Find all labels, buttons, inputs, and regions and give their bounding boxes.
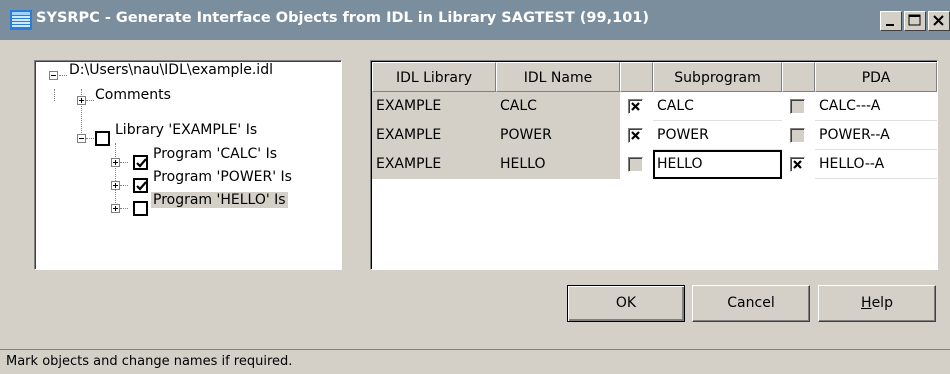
tree-item-program-power[interactable]: Program 'POWER' Is: [153, 169, 292, 185]
expand-icon[interactable]: [111, 204, 120, 213]
ok-button[interactable]: OK: [567, 285, 685, 322]
expand-icon[interactable]: [111, 181, 120, 190]
program-calc-checkbox[interactable]: [133, 155, 148, 170]
cell-idl-name: CALC: [496, 92, 620, 121]
cell-subprogram[interactable]: CALC: [653, 92, 782, 121]
close-icon: [933, 15, 944, 26]
expand-icon[interactable]: [111, 158, 120, 167]
tree-item-program-hello[interactable]: Program 'HELLO' Is: [151, 192, 288, 208]
minimize-button[interactable]: [880, 11, 902, 31]
program-hello-checkbox[interactable]: [133, 201, 148, 216]
idl-tree[interactable]: D:\Users\nau\IDL\example.idl Comments Li…: [34, 60, 342, 270]
minimize-icon: [886, 24, 894, 26]
column-header-pda-check[interactable]: [782, 62, 815, 92]
close-button[interactable]: [928, 11, 950, 31]
tree-line: [54, 89, 55, 101]
expand-icon[interactable]: [77, 96, 86, 105]
column-header-subprogram[interactable]: Subprogram: [653, 62, 782, 92]
window-title: SYSRPC - Generate Interface Objects from…: [36, 10, 650, 26]
tree-line: [86, 138, 94, 139]
checkmark-icon: [136, 158, 147, 168]
subprogram-checkbox[interactable]: [628, 99, 643, 114]
cell-subprogram-editing[interactable]: HELLO: [653, 150, 782, 179]
dialog-window: SYSRPC - Generate Interface Objects from…: [0, 0, 950, 374]
checkmark-icon: [136, 181, 147, 191]
tree-line: [59, 75, 67, 76]
maximize-icon: [908, 14, 921, 26]
tree-item-library[interactable]: Library 'EXAMPLE' Is: [115, 122, 257, 138]
x-checkmark-icon: [631, 131, 640, 140]
cell-pda[interactable]: CALC---A: [815, 92, 937, 121]
help-button[interactable]: Help: [818, 285, 936, 322]
cell-idl-name: POWER: [496, 121, 620, 150]
tree-line: [120, 162, 128, 163]
collapse-icon[interactable]: [49, 71, 58, 80]
cell-idl-library: EXAMPLE: [372, 121, 496, 150]
cell-pda[interactable]: POWER--A: [815, 121, 937, 150]
app-icon: [10, 10, 32, 30]
tree-line: [120, 208, 128, 209]
program-power-checkbox[interactable]: [133, 178, 148, 193]
cell-idl-library: EXAMPLE: [372, 150, 496, 179]
collapse-icon[interactable]: [77, 134, 86, 143]
subprogram-checkbox[interactable]: [628, 157, 643, 172]
tree-line: [120, 185, 128, 186]
pda-checkbox[interactable]: [790, 128, 805, 143]
column-header-subprogram-check[interactable]: [620, 62, 653, 92]
column-header-pda[interactable]: PDA: [815, 62, 937, 92]
tree-root-label[interactable]: D:\Users\nau\IDL\example.idl: [69, 62, 273, 78]
tree-item-program-calc[interactable]: Program 'CALC' Is: [153, 146, 277, 162]
cell-subprogram[interactable]: POWER: [653, 121, 782, 150]
help-mnemonic: H: [861, 295, 872, 311]
maximize-button[interactable]: [904, 11, 926, 31]
column-header-idl-library[interactable]: IDL Library: [372, 62, 496, 92]
column-header-idl-name[interactable]: IDL Name: [496, 62, 620, 92]
cancel-button[interactable]: Cancel: [692, 285, 810, 322]
pda-checkbox[interactable]: [790, 99, 805, 114]
tree-line: [86, 100, 94, 101]
cell-pda[interactable]: HELLO--A: [815, 150, 937, 179]
x-checkmark-icon: [631, 102, 640, 111]
x-checkmark-icon: [793, 160, 802, 169]
tree-item-comments[interactable]: Comments: [95, 87, 171, 103]
tree-line: [115, 143, 116, 209]
objects-grid[interactable]: IDL Library IDL Name Subprogram PDA EXAM…: [370, 60, 938, 270]
title-bar[interactable]: SYSRPC - Generate Interface Objects from…: [0, 0, 950, 40]
subprogram-checkbox[interactable]: [628, 128, 643, 143]
cell-idl-library: EXAMPLE: [372, 92, 496, 121]
status-bar: Mark objects and change names if require…: [0, 349, 950, 374]
pda-checkbox[interactable]: [790, 157, 805, 172]
help-label-rest: elp: [871, 295, 893, 311]
library-checkbox[interactable]: [95, 131, 110, 146]
cell-idl-name: HELLO: [496, 150, 620, 179]
